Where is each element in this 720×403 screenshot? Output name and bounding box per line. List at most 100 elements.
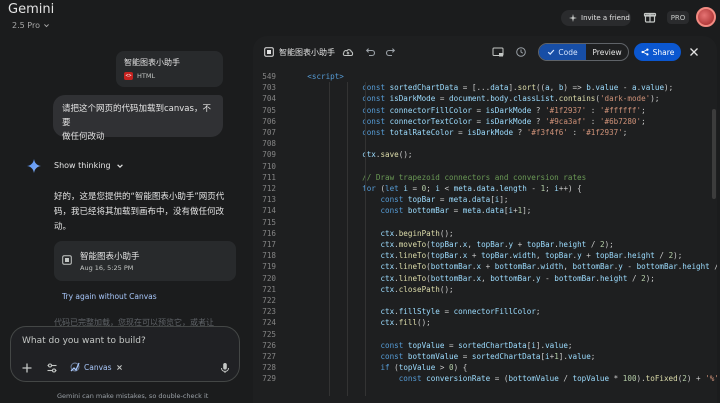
app-title: Gemini bbox=[8, 2, 55, 17]
line-number: 711 bbox=[262, 172, 276, 182]
disclaimer-text: Gemini can make mistakes, so double-chec… bbox=[57, 392, 209, 400]
code-text: ctx.beginPath(); bbox=[380, 228, 454, 238]
response-line: 好的，这是您提供的“智能图表小助手”网页代 bbox=[54, 192, 225, 202]
user-message-line: 做任何改动 bbox=[62, 132, 105, 142]
tab-code[interactable]: Code bbox=[539, 44, 586, 60]
panel-title: 智能图表小助手 bbox=[279, 48, 335, 57]
gift-icon[interactable] bbox=[643, 10, 657, 24]
code-line: 712 for (let i = 0; i < meta.data.length… bbox=[253, 183, 713, 194]
redo-icon[interactable] bbox=[385, 46, 397, 58]
code-text: const connectorTextColor = isDarkMode ? … bbox=[362, 116, 646, 126]
indent-guide bbox=[329, 82, 330, 396]
close-icon[interactable] bbox=[116, 364, 123, 371]
code-line: 726 const topValue = sortedChartData[i].… bbox=[253, 340, 713, 351]
share-button[interactable]: Share bbox=[634, 43, 681, 61]
editor-scrollbar[interactable] bbox=[712, 69, 716, 403]
line-number: 728 bbox=[262, 363, 276, 373]
code-text: ctx.moveTo(topBar.x, topBar.y + topBar.h… bbox=[380, 240, 614, 249]
code-line: 549 <script> bbox=[253, 71, 713, 82]
code-text: ctx.save(); bbox=[362, 150, 413, 160]
history-icon[interactable] bbox=[515, 46, 527, 58]
user-message-line: 请把这个网页的代码加载到canvas，不要 bbox=[62, 104, 211, 128]
code-line: 721 ctx.closePath(); bbox=[253, 284, 713, 295]
code-line: 705 const connectorFillColor = isDarkMod… bbox=[253, 105, 713, 116]
chevron-down-icon bbox=[44, 24, 49, 28]
code-line: 706 const connectorTextColor = isDarkMod… bbox=[253, 116, 713, 127]
code-line: 715 bbox=[253, 217, 713, 228]
code-text: if (topValue > 0) { bbox=[380, 363, 468, 373]
code-text: const conversionRate = (bottomValue / to… bbox=[398, 374, 717, 384]
line-number: 726 bbox=[262, 340, 276, 350]
line-number: 727 bbox=[262, 352, 276, 361]
user-message: 请把这个网页的代码加载到canvas，不要 做任何改动 bbox=[53, 95, 223, 142]
line-number: 724 bbox=[262, 318, 276, 328]
show-thinking-toggle[interactable]: Show thinking bbox=[54, 161, 124, 170]
model-picker[interactable]: 2.5 Pro bbox=[12, 21, 50, 30]
line-number: 549 bbox=[262, 72, 276, 81]
code-line: 713 const topBar = meta.data[i]; bbox=[253, 194, 713, 205]
line-number: 705 bbox=[262, 105, 276, 115]
line-number: 712 bbox=[262, 184, 276, 193]
try-again-link[interactable]: Try again without Canvas bbox=[62, 292, 157, 301]
code-preview-toggle[interactable]: Code Preview bbox=[538, 43, 629, 61]
show-thinking-label: Show thinking bbox=[54, 161, 111, 170]
cloud-save-icon[interactable] bbox=[342, 46, 354, 58]
close-icon[interactable] bbox=[689, 47, 699, 57]
code-text: ctx.lineTo(bottomBar.x + bottomBar.width… bbox=[380, 262, 717, 272]
microphone-icon[interactable] bbox=[219, 362, 231, 374]
checkmark-icon bbox=[548, 49, 555, 55]
invite-friend-button[interactable]: Invite a friend bbox=[561, 10, 631, 26]
code-text: const isDarkMode = document.body.classLi… bbox=[362, 94, 660, 104]
chevron-down-icon bbox=[116, 163, 123, 168]
attachment-type: <> HTML bbox=[124, 72, 155, 80]
tab-code-label: Code bbox=[558, 47, 578, 57]
code-line: 725 bbox=[253, 329, 713, 340]
code-text: const bottomBar = meta.data[i+1]; bbox=[380, 206, 532, 216]
composer[interactable] bbox=[10, 326, 240, 382]
line-number: 708 bbox=[262, 139, 276, 149]
line-number: 721 bbox=[262, 284, 276, 294]
code-line: 717 ctx.moveTo(topBar.x, topBar.y + topB… bbox=[253, 239, 713, 250]
indent-guide bbox=[365, 82, 366, 396]
code-line: 718 ctx.lineTo(topBar.x + topBar.width, … bbox=[253, 250, 713, 261]
code-editor[interactable]: 549 <script> 703 const sortedChartData = … bbox=[253, 69, 717, 403]
prompt-input[interactable]: What do you want to build? bbox=[22, 336, 146, 346]
sparkle-icon bbox=[569, 14, 577, 22]
canvas-tool-chip[interactable]: Canvas bbox=[70, 362, 123, 372]
code-line: 724 ctx.fill(); bbox=[253, 317, 713, 328]
line-number: 709 bbox=[262, 150, 276, 160]
canvas-doc-icon bbox=[264, 47, 274, 57]
pro-badge: PRO bbox=[667, 11, 689, 24]
code-line: 711 // Draw trapezoid connectors and con… bbox=[253, 172, 713, 183]
code-text: const totalRateColor = isDarkMode ? '#f3… bbox=[362, 128, 628, 137]
line-number: 725 bbox=[262, 329, 276, 339]
indent-guide bbox=[347, 82, 348, 396]
code-text: ctx.fill(); bbox=[380, 318, 431, 328]
code-line: 708 bbox=[253, 138, 713, 149]
gemini-sparkle-icon bbox=[27, 159, 41, 173]
share-icon bbox=[641, 48, 649, 56]
code-text: const bottomValue = sortedChartData[i+1]… bbox=[380, 352, 596, 361]
undo-icon[interactable] bbox=[364, 46, 376, 58]
code-line: 723 ctx.fillStyle = connectorFillColor; bbox=[253, 306, 713, 317]
code-line: 709 ctx.save(); bbox=[253, 149, 713, 160]
code-line: 710 bbox=[253, 161, 713, 172]
code-text: const topValue = sortedChartData[i].valu… bbox=[380, 340, 573, 350]
line-number: 722 bbox=[262, 296, 276, 305]
line-number: 707 bbox=[262, 128, 276, 137]
plus-icon[interactable] bbox=[21, 362, 33, 374]
tab-preview[interactable]: Preview bbox=[586, 44, 628, 60]
screenshot-icon[interactable] bbox=[492, 46, 504, 58]
share-label: Share bbox=[652, 47, 675, 57]
canvas-card-date: Aug 16, 5:25 PM bbox=[80, 264, 134, 272]
line-number: 718 bbox=[262, 251, 276, 261]
code-line: 707 const totalRateColor = isDarkMode ? … bbox=[253, 127, 713, 138]
code-line: 719 ctx.lineTo(bottomBar.x + bottomBar.w… bbox=[253, 261, 717, 272]
attachment-type-label: HTML bbox=[137, 72, 156, 80]
code-line: 714 const bottomBar = meta.data[i+1]; bbox=[253, 205, 713, 216]
code-line: 729 const conversionRate = (bottomValue … bbox=[253, 373, 717, 384]
avatar[interactable] bbox=[696, 7, 716, 27]
tools-icon[interactable] bbox=[46, 362, 58, 374]
line-number: 720 bbox=[262, 273, 276, 283]
code-file-icon: <> bbox=[124, 72, 133, 80]
